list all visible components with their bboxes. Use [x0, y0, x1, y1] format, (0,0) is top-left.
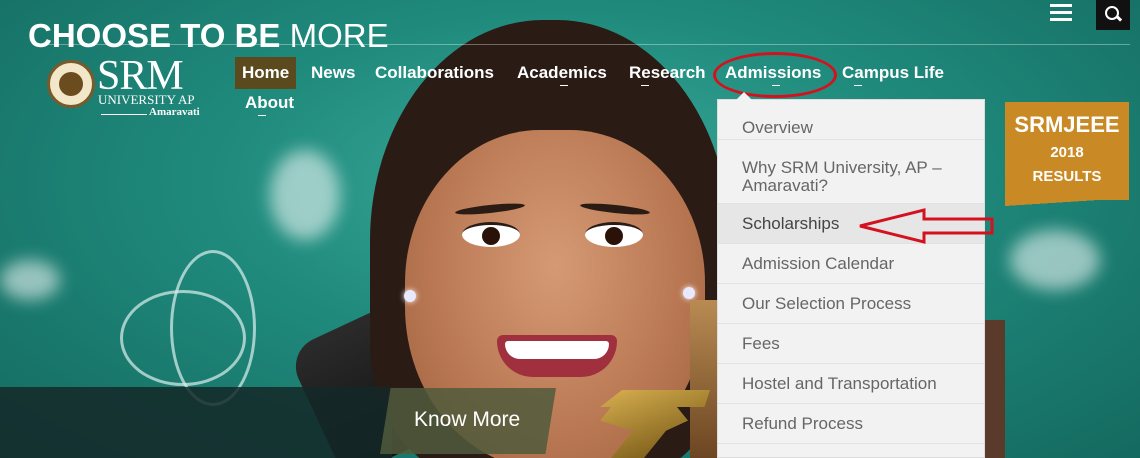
eye	[462, 222, 520, 247]
dropdown-item-selection-process[interactable]: Our Selection Process	[718, 284, 984, 324]
university-seal-icon	[47, 60, 95, 108]
dropdown-item-admission-calendar[interactable]: Admission Calendar	[718, 244, 984, 284]
hero-banner	[0, 387, 392, 458]
annotation-arrow	[859, 208, 994, 244]
earring	[404, 290, 416, 302]
search-icon[interactable]	[1096, 0, 1130, 30]
cloud-decoration	[0, 260, 60, 300]
earring	[683, 287, 695, 299]
badge-subtitle: RESULTS	[1032, 168, 1102, 185]
srmjeee-results-badge[interactable]: SRMJEEE 2018 RESULTS	[1005, 102, 1129, 206]
nav-home[interactable]: Home	[235, 57, 297, 89]
nav-research[interactable]: Research	[629, 63, 706, 83]
admissions-dropdown: Overview Why SRM University, AP – Amarav…	[717, 92, 985, 458]
badge-title: SRMJEEE	[1014, 112, 1120, 137]
dropdown-item-overview[interactable]: Overview	[718, 100, 984, 140]
srm-logo[interactable]: SRM UNIVERSITY AP Amaravati	[45, 53, 205, 120]
submenu-indicator	[854, 85, 862, 86]
lab-glassware	[170, 250, 256, 406]
nav-about[interactable]: About	[245, 93, 294, 113]
annotation-circle	[713, 52, 837, 98]
submenu-indicator	[258, 115, 266, 116]
cloud-decoration	[1010, 230, 1100, 290]
eye	[585, 222, 643, 247]
know-more-label[interactable]: Know More	[414, 408, 520, 432]
dropdown-item-fees[interactable]: Fees	[718, 324, 984, 364]
submenu-indicator	[641, 85, 649, 86]
smile	[497, 335, 617, 377]
nav-news[interactable]: News	[311, 63, 355, 83]
dropdown-item-why-srm[interactable]: Why SRM University, AP – Amaravati?	[718, 140, 984, 204]
nav-campus-life[interactable]: Campus Life	[842, 63, 944, 83]
hamburger-icon[interactable]	[1050, 4, 1072, 22]
tagline-bold: CHOOSE TO BE	[28, 17, 281, 54]
dropdown-item-hostel-transportation[interactable]: Hostel and Transportation	[718, 364, 984, 404]
logo-divider	[101, 114, 147, 115]
hero-tagline: CHOOSE TO BE MORE	[28, 17, 389, 55]
nav-academics[interactable]: Academics	[517, 63, 607, 83]
submenu-indicator	[560, 85, 568, 86]
logo-city: Amaravati	[149, 106, 200, 118]
nav-collaborations[interactable]: Collaborations	[375, 63, 494, 83]
badge-year: 2018	[1050, 144, 1084, 161]
background-object	[985, 320, 1005, 458]
smoke-decoration	[270, 150, 340, 240]
dropdown-item-refund-process[interactable]: Refund Process	[718, 404, 984, 444]
tagline-thin: MORE	[289, 17, 389, 54]
